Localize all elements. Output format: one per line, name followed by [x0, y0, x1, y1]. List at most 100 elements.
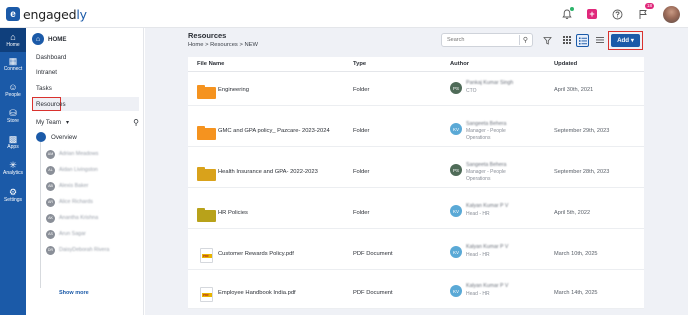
pdf-icon: PDF	[200, 287, 213, 302]
my-team-header[interactable]: My Team ▾ ⚲	[36, 116, 139, 128]
rail-item-home[interactable]: ⌂ Home	[0, 28, 26, 52]
file-name[interactable]: GMC and GPA policy_ Pazcare- 2023-2024	[218, 128, 330, 134]
rail-label: Analytics	[2, 170, 23, 176]
breadcrumb: Home > Resources > NEW	[188, 42, 258, 48]
updated-date: April 5th, 2022	[554, 210, 591, 216]
nav-home-label: HOME	[48, 35, 67, 43]
file-type: Folder	[353, 87, 370, 93]
people-icon: ☺	[8, 82, 18, 92]
team-member-item[interactable]: AR Alice Richards	[46, 197, 93, 207]
my-team-label: My Team	[36, 118, 61, 126]
file-name[interactable]: Health Insurance and GPA- 2022-2023	[218, 169, 318, 175]
rail-item-connect[interactable]: ▦ Connect	[0, 52, 26, 76]
left-rail: ⌂ Home ▦ Connect ☺ People ⛁ Store ▩ Apps…	[0, 28, 26, 315]
rail-item-settings[interactable]: ⚙ Settings	[0, 183, 26, 207]
member-avatar: AK	[46, 213, 55, 223]
rail-item-apps[interactable]: ▩ Apps	[0, 130, 26, 154]
column-header-author[interactable]: Author	[450, 61, 469, 67]
author-avatar: PS	[450, 82, 462, 94]
team-member-item[interactable]: AM Adrian Meadows	[46, 149, 98, 159]
store-icon: ⛁	[9, 108, 17, 118]
help-icon[interactable]	[611, 8, 623, 20]
home-circle-icon: ⌂	[32, 33, 44, 45]
member-name: Anantha Krishna	[59, 215, 99, 221]
member-avatar: AL	[46, 165, 55, 175]
updated-date: September 28th, 2023	[554, 169, 610, 175]
column-header-updated[interactable]: Updated	[554, 61, 577, 67]
search-icon[interactable]: ⚲	[133, 118, 139, 127]
breadcrumb-separator: >	[239, 42, 243, 48]
team-member-item[interactable]: AK Anantha Krishna	[46, 213, 98, 223]
add-button[interactable]: Add ▾	[611, 34, 640, 47]
engagedly-logo[interactable]: e engagedly	[6, 5, 87, 23]
grid-view-icon[interactable]	[561, 34, 573, 46]
notification-dot	[570, 7, 574, 11]
file-name[interactable]: Employee Handbook India.pdf	[218, 290, 296, 296]
team-member-item[interactable]: AB Alexis Baker	[46, 181, 88, 191]
file-type: PDF Document	[353, 290, 393, 296]
breadcrumb-separator: >	[205, 42, 209, 48]
member-avatar: AR	[46, 197, 55, 207]
updated-date: March 10th, 2025	[554, 251, 598, 257]
team-member-item[interactable]: DR DaisyDeborah Rivera	[46, 245, 109, 255]
member-avatar: AM	[46, 149, 55, 159]
table-header: File Name Type Author Updated	[188, 57, 644, 72]
connect-icon: ▦	[8, 56, 18, 66]
nav-link-resources[interactable]: Resources	[32, 97, 66, 111]
nav-home-header[interactable]: ⌂ HOME	[32, 32, 67, 46]
search-icon[interactable]: ⚲	[519, 35, 531, 45]
author-role: Manager - People Operations	[466, 128, 506, 141]
table-row[interactable]: Health Insurance and GPA- 2022-2023 Fold…	[188, 155, 644, 188]
home-icon: ⌂	[10, 32, 16, 42]
filter-icon[interactable]	[541, 34, 553, 46]
table-row[interactable]: GMC and GPA policy_ Pazcare- 2023-2024 F…	[188, 114, 644, 147]
member-avatar: DR	[46, 245, 55, 255]
breadcrumb-resources[interactable]: Resources	[210, 42, 238, 48]
team-member-item[interactable]: AL Aidan Livingston	[46, 165, 98, 175]
search-field[interactable]: ⚲	[441, 33, 533, 47]
overview-icon	[36, 132, 46, 142]
list-view-icon[interactable]	[576, 34, 589, 47]
flag-icon[interactable]: 18	[637, 3, 654, 20]
rail-label: Settings	[3, 197, 23, 203]
author-role: Head - HR	[466, 291, 490, 297]
rail-label: Home	[6, 42, 20, 48]
table-row[interactable]: PDF Customer Rewards Policy.pdf PDF Docu…	[188, 237, 644, 270]
nav-link-dashboard[interactable]: Dashboard	[36, 54, 66, 61]
team-overview-item[interactable]: Overview	[36, 132, 77, 142]
rail-item-people[interactable]: ☺ People	[0, 78, 26, 102]
top-actions: + 18	[561, 3, 680, 23]
table-row[interactable]: HR Policies Folder KV Kalyan Kumar P V H…	[188, 196, 644, 229]
breadcrumb-current: NEW	[244, 42, 258, 48]
updated-date: March 14th, 2025	[554, 290, 598, 296]
compact-list-icon[interactable]	[594, 34, 606, 46]
rail-item-analytics[interactable]: ✳ Analytics	[0, 156, 26, 180]
table-row[interactable]: PDF Employee Handbook India.pdf PDF Docu…	[188, 276, 644, 309]
breadcrumb-home[interactable]: Home	[188, 42, 203, 48]
search-input[interactable]	[447, 37, 517, 43]
analytics-icon: ✳	[9, 160, 17, 170]
author-role: Head - HR	[466, 211, 490, 217]
user-avatar[interactable]	[663, 5, 680, 23]
rail-label: Connect	[3, 66, 23, 72]
file-name[interactable]: HR Policies	[218, 210, 248, 216]
overview-label: Overview	[51, 133, 77, 141]
add-icon[interactable]: +	[587, 9, 597, 19]
team-member-item[interactable]: AS Arun Sagar	[46, 229, 86, 239]
rail-item-store[interactable]: ⛁ Store	[0, 104, 26, 128]
column-header-file-name[interactable]: File Name	[197, 61, 224, 67]
notification-count-badge: 18	[644, 3, 654, 9]
show-more-link[interactable]: Show more	[59, 290, 89, 296]
file-name[interactable]: Customer Rewards Policy.pdf	[218, 251, 294, 257]
table-row[interactable]: Engineering Folder PS Pankaj Kumar Singh…	[188, 73, 644, 106]
author-role: Manager - People Operations	[466, 169, 506, 182]
nav-link-intranet[interactable]: Intranet	[36, 69, 57, 76]
column-header-type[interactable]: Type	[353, 61, 366, 67]
settings-icon: ⚙	[8, 187, 18, 197]
nav-link-tasks[interactable]: Tasks	[36, 85, 52, 92]
author-role: Head - HR	[466, 252, 490, 258]
file-name[interactable]: Engineering	[218, 87, 249, 93]
chevron-down-icon[interactable]: ▾	[66, 119, 69, 126]
logo-mark-icon: e	[6, 7, 20, 21]
bell-icon[interactable]	[561, 7, 574, 20]
